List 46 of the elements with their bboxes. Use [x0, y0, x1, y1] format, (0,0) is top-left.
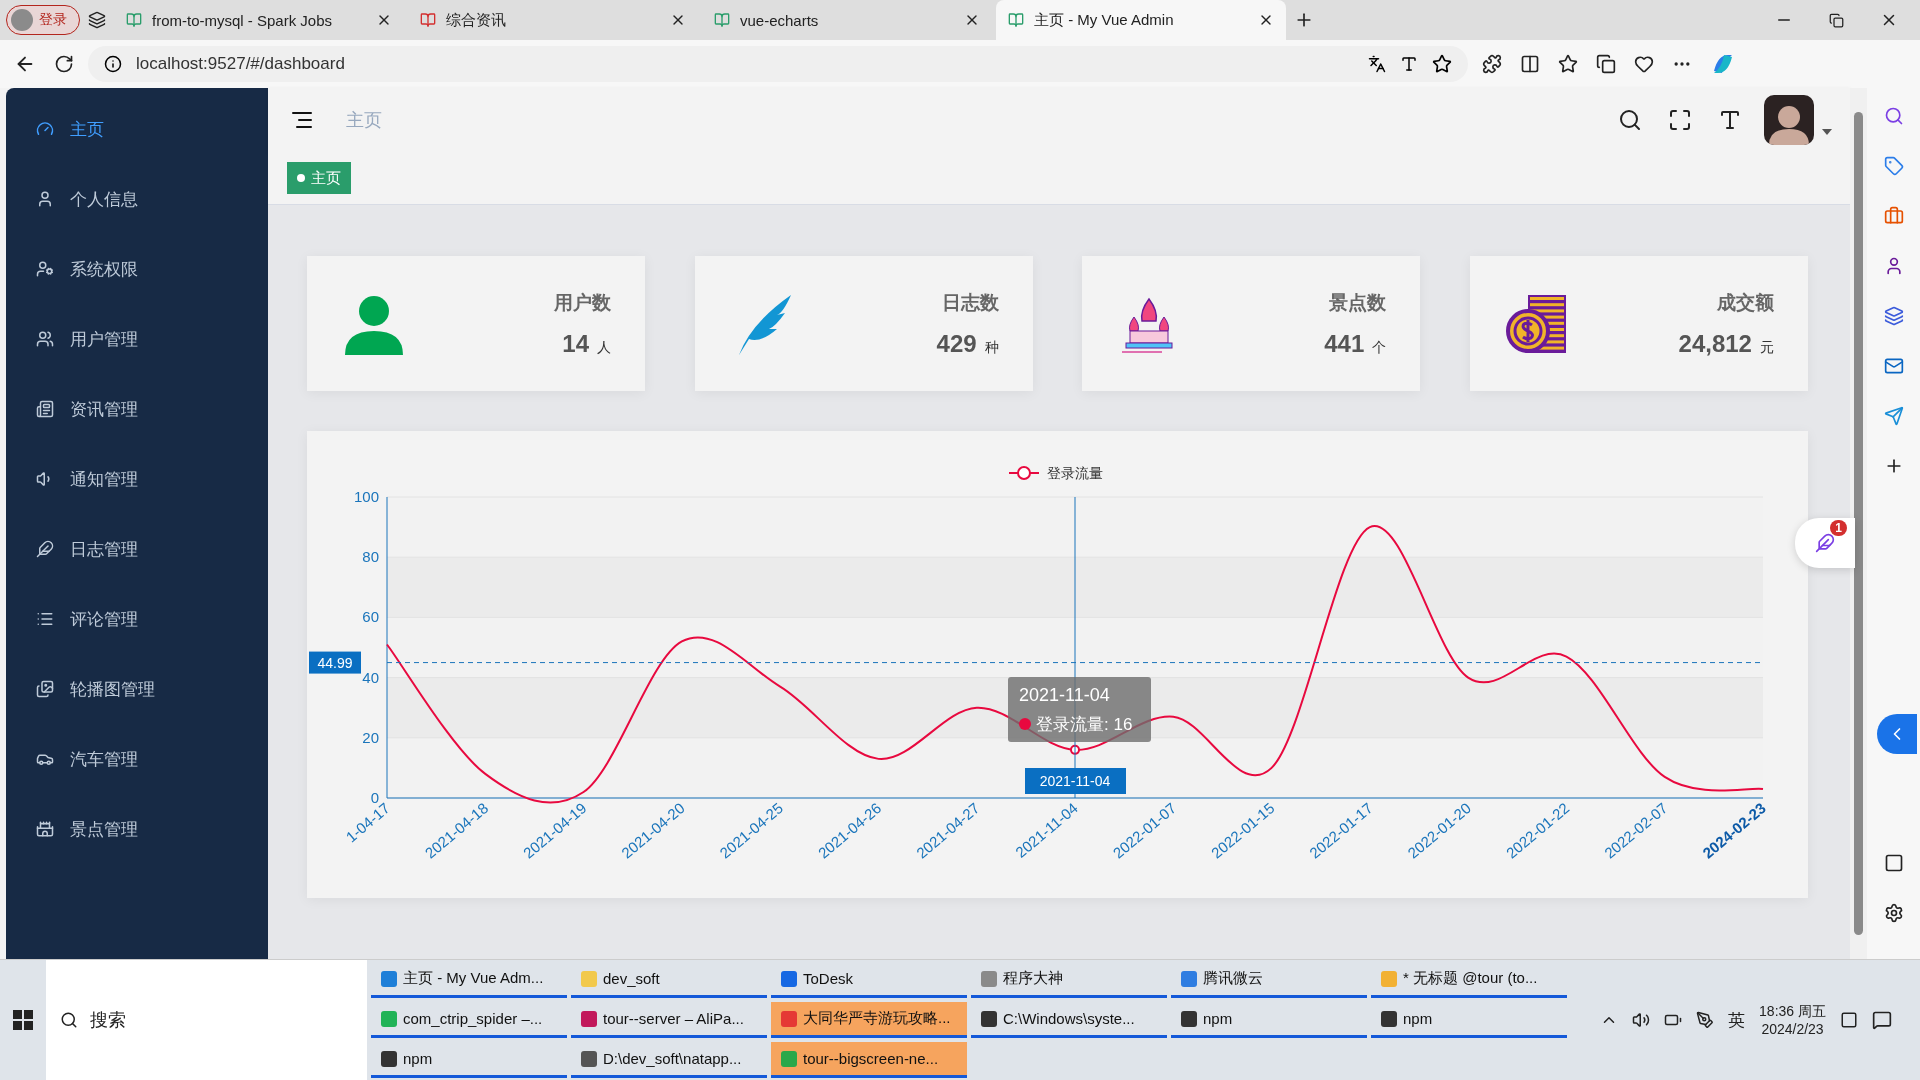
y-tick-label: 20 [362, 728, 379, 746]
ref-line-label: 44.99 [317, 654, 353, 671]
address-field[interactable]: localhost:9527/#/dashboard [88, 46, 1468, 82]
clock-time[interactable]: 18:36 周五 [1759, 1003, 1826, 1021]
sidebar-item[interactable]: 汽车管理 [6, 724, 268, 794]
tooltip: 2021-11-04 登录流量: 16 [1008, 677, 1151, 742]
y-tick-label: 60 [362, 608, 379, 626]
sidebar-item[interactable]: 通知管理 [6, 444, 268, 514]
sidebar-item[interactable]: 系统权限 [6, 234, 268, 304]
average-label: 44.99 [309, 651, 361, 674]
sidebar-item[interactable]: 轮播图管理 [6, 654, 268, 724]
browser-tab[interactable]: from-to-mysql - Spark Jobs [114, 0, 404, 40]
y-tick-label: 100 [353, 488, 379, 505]
stat-value: 24,812 元 [1678, 329, 1774, 358]
stat-title: 成交额 [1716, 290, 1774, 315]
notification-button[interactable]: 1 [1795, 518, 1855, 568]
taskbar-item[interactable]: tour--bigscreen-ne... [771, 1042, 967, 1078]
taskbar-item[interactable]: 大同华严寺游玩攻略... [771, 1002, 967, 1038]
browser-tab[interactable]: 综合资讯 [408, 0, 698, 40]
y-tick-label: 80 [362, 548, 379, 566]
legend-item[interactable]: 登录流量 [1008, 465, 1103, 481]
y-tick-label: 40 [362, 668, 379, 686]
ime-indicator[interactable]: 英 [1728, 1008, 1746, 1032]
legend-label: 登录流量 [1047, 465, 1103, 481]
browser-tab[interactable]: 主页 - My Vue Admin [996, 0, 1286, 40]
search-field[interactable]: 搜索 [46, 960, 367, 1080]
stat-title: 用户数 [554, 290, 611, 315]
browser-tab[interactable]: vue-echarts [702, 0, 992, 40]
stat-value: 14 人 [562, 329, 611, 358]
sidebar-item[interactable]: 个人信息 [6, 164, 268, 234]
sidebar-item[interactable]: 主页 [6, 94, 268, 164]
stat-title: 日志数 [941, 290, 999, 315]
stat-value: 429 种 [936, 329, 999, 358]
profile-button[interactable]: 登录 [6, 5, 80, 35]
stat-value: 441 个 [1324, 329, 1387, 358]
clock-date[interactable]: 2024/2/23 [1761, 1021, 1824, 1037]
sidebar-item[interactable]: 景点管理 [6, 794, 268, 864]
notification-badge: 1 [1830, 520, 1847, 536]
y-tick-label: 0 [370, 789, 379, 806]
breadcrumb: 主页 [346, 109, 382, 132]
axis-pointer-label: 2021-11-04 [1025, 768, 1126, 794]
sidebar-item[interactable]: 用户管理 [6, 304, 268, 374]
sidebar-item[interactable]: 评论管理 [6, 584, 268, 654]
sidebar-item[interactable]: 资讯管理 [6, 374, 268, 444]
sidebar-item[interactable]: 日志管理 [6, 514, 268, 584]
stat-title: 景点数 [1329, 290, 1387, 315]
